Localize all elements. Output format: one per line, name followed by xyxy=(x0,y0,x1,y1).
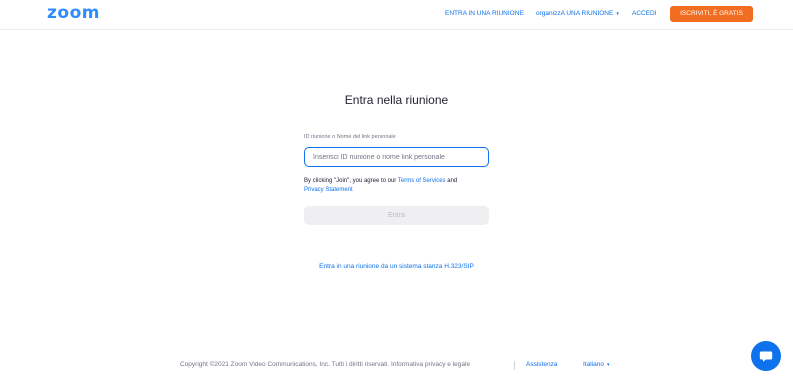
meeting-id-input[interactable] xyxy=(304,147,489,167)
nav-sign-in[interactable]: ACCEDI xyxy=(632,10,657,17)
support-link[interactable]: Assistenza xyxy=(526,361,557,368)
top-header: zoom ENTRA IN UNA RIUNIONE organizzA UNA… xyxy=(0,0,793,30)
agreement-and: and xyxy=(447,178,458,184)
zoom-logo[interactable]: zoom xyxy=(47,3,100,23)
nav-host-prefix: organizzA xyxy=(536,10,565,17)
caret-down-icon: ▾ xyxy=(616,11,619,17)
terms-link[interactable]: Terms of Services xyxy=(398,178,446,184)
chat-button[interactable] xyxy=(751,341,781,371)
copyright-text: Copyright ©2021 Zoom Video Communication… xyxy=(180,361,471,368)
language-label: Italiano xyxy=(583,361,604,368)
caret-down-icon: ▾ xyxy=(606,362,610,368)
page-title: Entra nella riunione xyxy=(344,93,449,107)
language-select[interactable]: Italiano ▾ xyxy=(583,361,609,368)
nav-host-label: UNA RIUNIONE xyxy=(564,10,614,17)
nav-host-meeting[interactable]: organizzA UNA RIUNIONE ▾ xyxy=(536,10,619,17)
h323-join-link-text[interactable]: Entra in una riunione da un sistema stan… xyxy=(319,263,474,270)
footer-divider xyxy=(514,361,515,370)
agreement-prefix: By clicking "Join", you agree to our xyxy=(304,178,397,184)
chat-bubble-icon xyxy=(759,351,773,362)
privacy-link[interactable]: Privacy Statement xyxy=(304,187,353,193)
join-button[interactable]: Entra xyxy=(304,206,489,225)
meeting-id-label: ID riunione o Nome del link personale xyxy=(304,134,396,140)
h323-join-link: Entra in una riunione da un sistema stan… xyxy=(0,263,793,270)
sign-up-button[interactable]: ISCRIVITI, È GRATIS xyxy=(670,6,753,22)
agreement-text: By clicking "Join", you agree to our Ter… xyxy=(304,177,494,195)
nav-join-meeting[interactable]: ENTRA IN UNA RIUNIONE xyxy=(445,10,524,17)
